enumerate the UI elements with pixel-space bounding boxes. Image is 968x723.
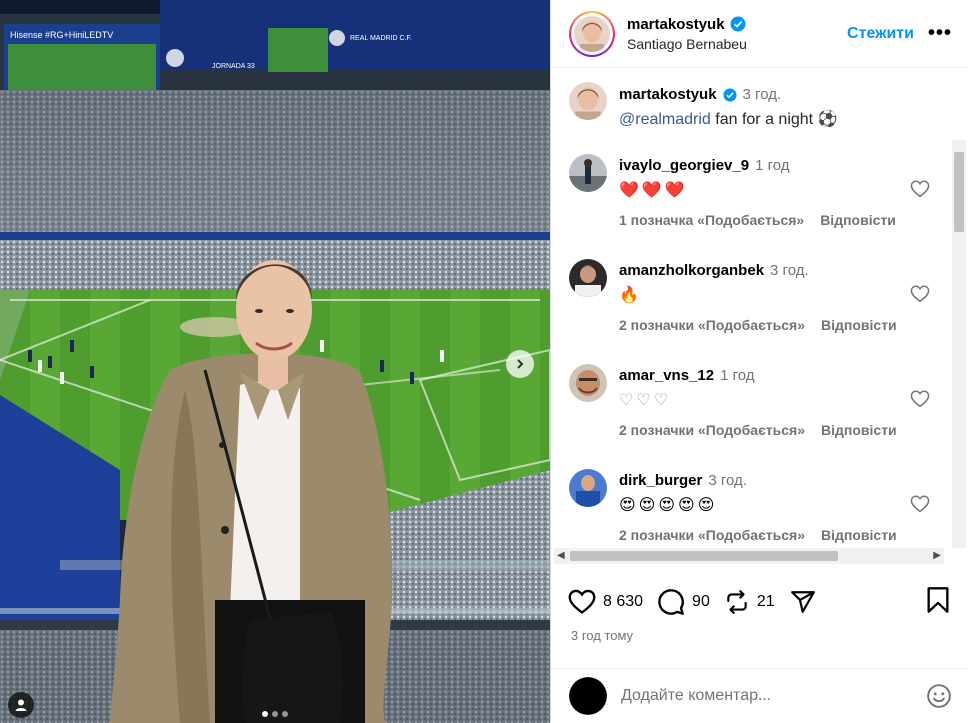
board-left-text: Hisense #RG+HiniLEDTV [10, 30, 113, 40]
comment-time[interactable]: 1 год [755, 157, 789, 174]
post-timestamp[interactable]: 3 год тому [571, 628, 633, 643]
share-action[interactable] [789, 589, 817, 615]
carousel-dot [282, 711, 288, 717]
reply-button[interactable]: Відповісти [821, 317, 897, 333]
post-photo[interactable]: Hisense #RG+HiniLEDTV JORNADA 33 REAL MA… [0, 0, 550, 723]
heart-outline-icon[interactable] [910, 285, 930, 303]
post-header: martakostyuk Santiago Bernabeu Стежити •… [551, 0, 968, 68]
comment-text: ❤️❤️❤️ [619, 182, 688, 199]
commenter-avatar[interactable] [569, 259, 607, 297]
heart-outline-icon[interactable] [910, 495, 930, 513]
tagged-users-button[interactable] [8, 692, 34, 718]
caption-text: @realmadrid fan for a night ⚽ [619, 109, 837, 129]
follow-button[interactable]: Стежити [847, 25, 914, 43]
comment-like-count[interactable]: 2 позначки «Подобається» [619, 422, 805, 438]
verified-badge-icon [722, 87, 737, 102]
save-action[interactable] [926, 586, 950, 619]
caption-avatar[interactable] [569, 82, 607, 120]
comment-item: dirk_burger 3 год. 😍😍😍😍😍 2 позначки «Под… [569, 469, 968, 548]
comment-item: amar_vns_12 1 год ♡♡♡ 2 позначки «Подоба… [569, 364, 968, 469]
author-avatar [574, 15, 610, 52]
comment-username[interactable]: amar_vns_12 [619, 367, 714, 384]
comment-like-count[interactable]: 2 позначки «Подобається» [619, 317, 805, 333]
more-options-icon[interactable]: ••• [928, 22, 952, 45]
comment-action[interactable]: 90 [657, 588, 710, 616]
like-count[interactable]: 8 630 [603, 593, 643, 611]
comment-count[interactable]: 90 [692, 593, 710, 611]
chevron-right-icon [517, 359, 524, 369]
board-right-text: REAL MADRID C.F. [350, 35, 412, 42]
reply-button[interactable]: Відповісти [821, 422, 897, 438]
comments-vertical-scrollbar[interactable] [952, 140, 966, 548]
comment-username[interactable]: ivaylo_georgiev_9 [619, 157, 749, 174]
comment-text: ♡♡♡ [619, 392, 672, 409]
add-comment-bar: Додайте коментар... [551, 668, 968, 723]
commenter-avatar[interactable] [569, 469, 607, 507]
carousel-indicator [0, 711, 550, 717]
heart-outline-icon[interactable] [910, 180, 930, 198]
board-mid-text: JORNADA 33 [212, 63, 255, 70]
comment-username[interactable]: amanzholkorganbek [619, 262, 764, 279]
comment-like-count[interactable]: 2 позначки «Подобається» [619, 527, 805, 543]
post-actions-bar: 8 630 90 21 [568, 582, 958, 622]
scroll-left-arrow-icon[interactable]: ◀ [557, 550, 565, 561]
repost-action[interactable]: 21 [724, 589, 775, 615]
comment-time[interactable]: 3 год. [708, 472, 747, 489]
comment-item: amanzholkorganbek 3 год. 🔥 2 позначки «П… [569, 259, 968, 364]
post-location[interactable]: Santiago Bernabeu [627, 36, 747, 52]
carousel-dot [272, 711, 278, 717]
scroll-right-arrow-icon[interactable]: ▶ [933, 550, 941, 561]
current-user-avatar[interactable] [569, 677, 607, 715]
like-action[interactable]: 8 630 [568, 589, 643, 615]
comment-time[interactable]: 1 год [720, 367, 754, 384]
comments-list[interactable]: martakostyuk 3 год. @realmadrid fan for … [551, 68, 968, 548]
author-username[interactable]: martakostyuk [627, 16, 747, 33]
heart-outline-icon[interactable] [910, 390, 930, 408]
share-paper-plane-icon[interactable] [789, 589, 817, 615]
comment-text: 🔥 [619, 287, 642, 304]
comment-time[interactable]: 3 год. [770, 262, 809, 279]
post-caption: martakostyuk 3 год. @realmadrid fan for … [569, 82, 968, 154]
comment-bubble-icon[interactable] [657, 588, 685, 616]
repost-count[interactable]: 21 [757, 593, 775, 611]
reply-button[interactable]: Відповісти [820, 212, 896, 228]
stadium-photo: Hisense #RG+HiniLEDTV JORNADA 33 REAL MA… [0, 0, 550, 723]
comment-like-count[interactable]: 1 позначка «Подобається» [619, 212, 804, 228]
mention-link[interactable]: @realmadrid [619, 111, 711, 128]
commenter-avatar[interactable] [569, 154, 607, 192]
author-avatar-story-ring[interactable] [569, 10, 615, 57]
reply-button[interactable]: Відповісти [821, 527, 897, 543]
commenter-avatar[interactable] [569, 364, 607, 402]
bookmark-icon[interactable] [926, 586, 950, 614]
author-username-text[interactable]: martakostyuk [627, 16, 725, 33]
comment-item: ivaylo_georgiev_9 1 год ❤️❤️❤️ 1 позначк… [569, 154, 968, 259]
caption-time[interactable]: 3 год. [743, 86, 782, 103]
carousel-dot [262, 711, 268, 717]
emoji-picker-icon[interactable] [926, 683, 952, 709]
comments-horizontal-scrollbar[interactable]: ◀ ▶ [554, 548, 944, 564]
comment-username[interactable]: dirk_burger [619, 472, 702, 489]
user-icon [15, 699, 27, 711]
comment-input[interactable]: Додайте коментар... [621, 687, 771, 705]
caption-username[interactable]: martakostyuk [619, 86, 717, 103]
next-photo-button[interactable] [506, 350, 534, 378]
verified-badge-icon [730, 16, 746, 32]
repost-icon[interactable] [724, 589, 750, 615]
heart-icon[interactable] [568, 589, 596, 615]
caption-body: fan for a night ⚽ [710, 111, 838, 128]
comment-text: 😍😍😍😍😍 [619, 497, 718, 514]
